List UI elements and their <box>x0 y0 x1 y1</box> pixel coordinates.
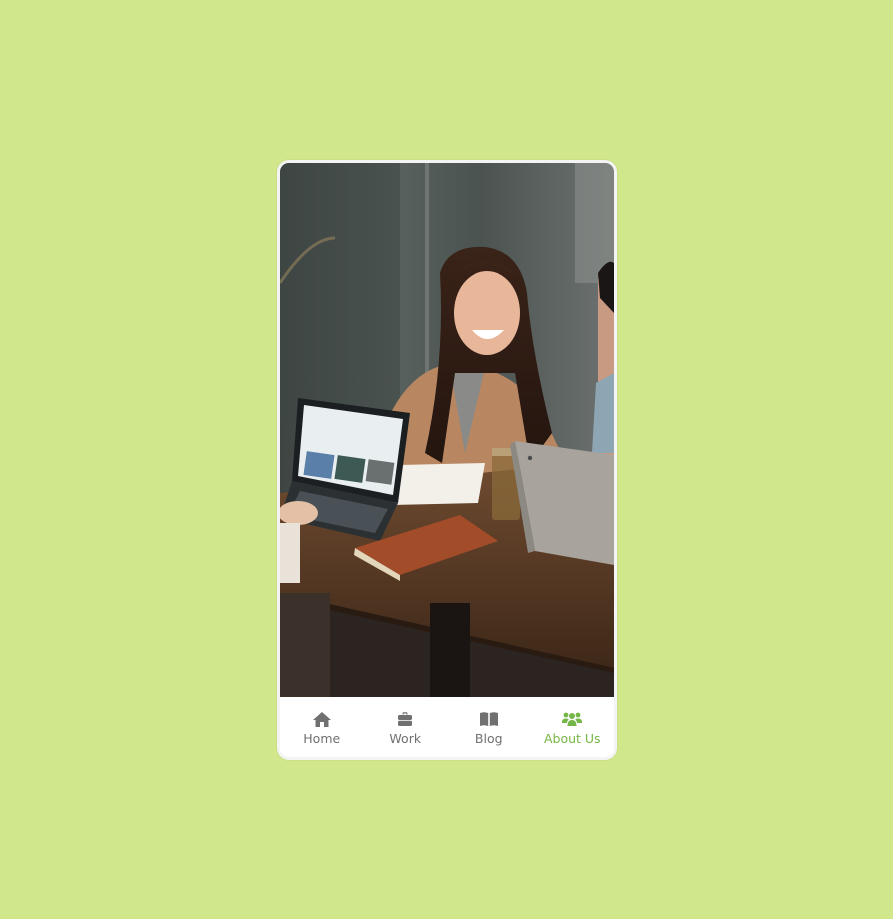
mobile-app-frame: Home Work Blog About Us <box>277 160 617 760</box>
tab-work[interactable]: Work <box>364 697 448 757</box>
tab-blog-label: Blog <box>474 731 503 746</box>
tab-blog[interactable]: Blog <box>447 697 531 757</box>
tab-home-label: Home <box>303 731 341 746</box>
hero-photo <box>280 163 614 697</box>
tab-work-label: Work <box>389 731 422 746</box>
briefcase-icon <box>397 710 413 728</box>
bottom-tab-bar: Home Work Blog About Us <box>280 697 614 757</box>
home-icon <box>312 710 332 728</box>
users-icon <box>561 710 583 728</box>
book-open-icon <box>479 710 499 728</box>
tab-about-us[interactable]: About Us <box>531 697 615 757</box>
tab-about-us-label: About Us <box>543 731 601 746</box>
tab-home[interactable]: Home <box>280 697 364 757</box>
